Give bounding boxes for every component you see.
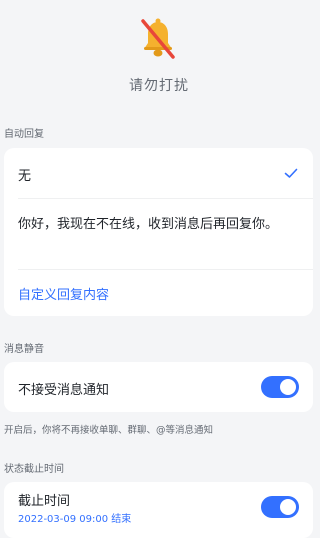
auto-reply-option-preset[interactable]: 你好，我现在不在线，收到消息后再回复你。	[4, 199, 313, 269]
toggle-knob	[280, 499, 296, 515]
status-end-label: 截止时间	[18, 494, 71, 509]
mute-hint: 开启后，你将不再接收单聊、群聊、@等消息通知	[4, 425, 214, 436]
mute-toggle[interactable]	[261, 376, 299, 398]
auto-reply-card: 无 你好，我现在不在线，收到消息后再回复你。 自定义回复内容	[4, 148, 313, 316]
custom-reply-button[interactable]: 自定义回复内容	[4, 270, 313, 316]
status-hero: 请勿打扰	[0, 0, 318, 112]
toggle-knob	[280, 379, 296, 395]
custom-reply-label: 自定义回复内容	[18, 288, 110, 303]
auto-reply-option-none[interactable]: 无	[4, 148, 313, 198]
section-label-status-end: 状态截止时间	[4, 464, 64, 475]
page-title: 请勿打扰	[129, 78, 189, 94]
status-end-card: 截止时间 2022-03-09 09:00 结束	[4, 482, 313, 538]
section-label-auto-reply: 自动回复	[4, 129, 44, 140]
option-label: 你好，我现在不在线，收到消息后再回复你。	[18, 217, 279, 232]
status-end-toggle[interactable]	[261, 496, 299, 518]
mute-card: 不接受消息通知	[4, 362, 313, 412]
status-end-value[interactable]: 2022-03-09 09:00 结束	[18, 510, 131, 525]
section-label-mute: 消息静音	[4, 344, 44, 355]
bell-muted-icon	[141, 18, 175, 59]
mute-label: 不接受消息通知	[18, 383, 110, 398]
check-icon	[284, 168, 298, 178]
option-label: 无	[18, 169, 32, 184]
